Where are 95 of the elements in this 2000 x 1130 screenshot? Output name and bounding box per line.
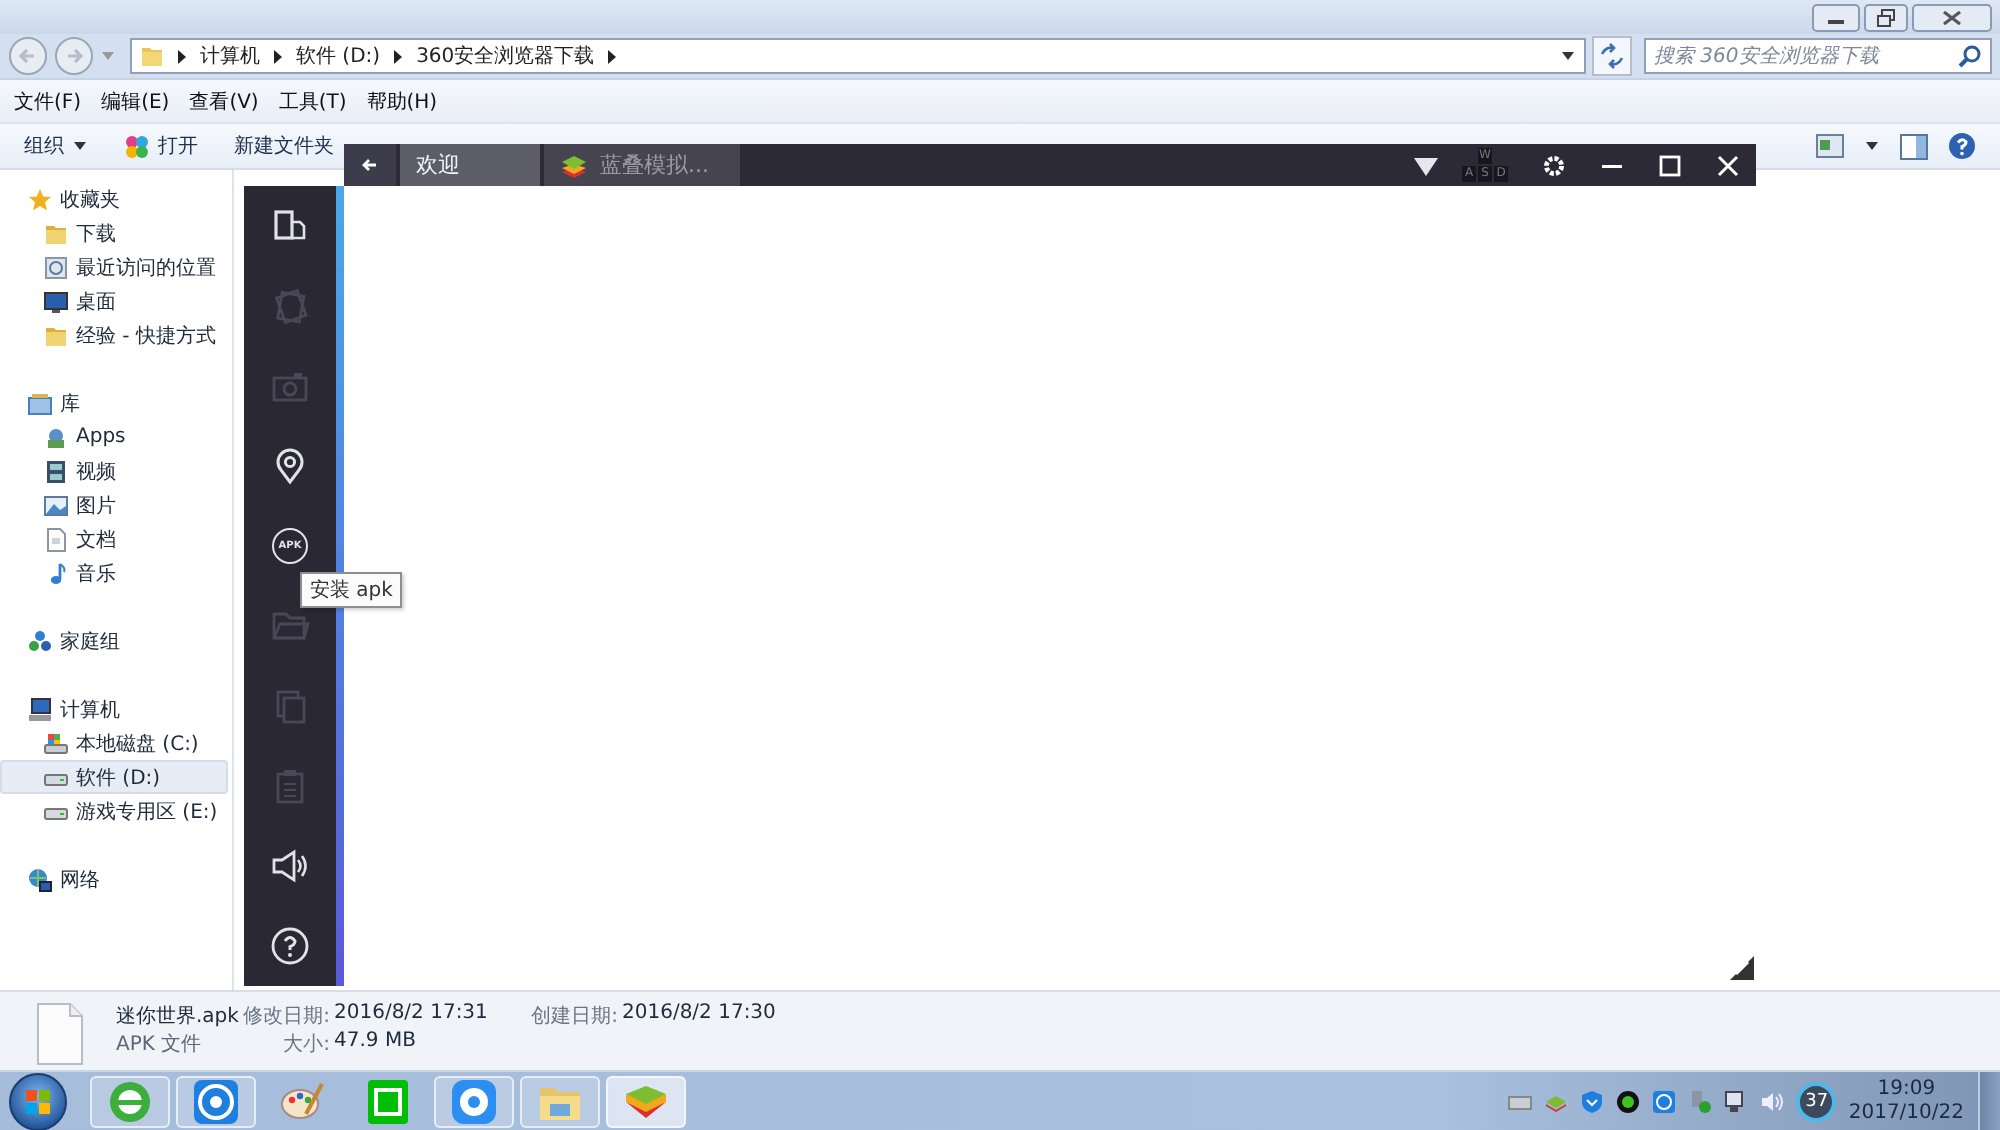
picture-icon xyxy=(44,493,68,517)
detail-value: 2016/8/2 17:30 xyxy=(622,1002,776,1028)
taskbar-button[interactable] xyxy=(176,1075,256,1127)
breadcrumb[interactable]: 360安全浏览器下载 xyxy=(416,42,595,70)
detail-label: 修改日期: xyxy=(241,1003,330,1030)
caret-icon[interactable] xyxy=(1864,138,1880,154)
nav-item[interactable]: 经验 - 快捷方式 xyxy=(0,318,228,352)
chevron-icon[interactable] xyxy=(270,47,286,65)
apps-icon xyxy=(44,425,68,449)
nav-item[interactable]: 桌面 xyxy=(0,284,228,318)
open-with-icon xyxy=(124,133,150,159)
browser-icon xyxy=(106,1077,154,1125)
caret-icon xyxy=(72,138,88,154)
badge[interactable]: 37 xyxy=(1796,1081,1837,1121)
resize-handle-icon[interactable] xyxy=(1728,954,1756,982)
help-icon[interactable] xyxy=(270,926,310,966)
preview-pane-icon[interactable] xyxy=(1900,133,1928,159)
nav-item[interactable]: 计算机 xyxy=(0,692,228,726)
close-button[interactable] xyxy=(1912,3,1992,31)
nav-item[interactable]: 收藏夹 xyxy=(0,182,228,216)
toolbar-button[interactable]: 打开 xyxy=(116,132,206,160)
menu-item[interactable]: 帮助(H) xyxy=(356,87,448,115)
player-icon[interactable] xyxy=(1652,1089,1677,1113)
detail-label: 大小: xyxy=(281,1031,330,1058)
clock-date[interactable]: 2017/10/22 xyxy=(1848,1101,1964,1125)
chevron-icon[interactable] xyxy=(390,47,407,65)
menu-item[interactable]: 工具(T) xyxy=(268,87,357,115)
address-field[interactable]: 计算机 软件 (D:) 360安全浏览器下载 xyxy=(130,38,1586,74)
detail-value: 2016/8/2 17:31 xyxy=(334,1002,490,1028)
breadcrumb[interactable]: 软件 (D:) xyxy=(296,42,381,70)
dropdown-triangle-icon[interactable] xyxy=(1414,155,1438,175)
chevron-icon[interactable] xyxy=(604,47,621,65)
nav-item[interactable]: 本地磁盘 (C:) xyxy=(0,726,228,760)
nav-item[interactable]: 网络 xyxy=(0,862,228,896)
player-icon xyxy=(192,1077,240,1125)
speaker-icon[interactable] xyxy=(270,846,310,886)
homegroup-icon xyxy=(28,629,52,653)
folder-icon xyxy=(140,44,164,68)
nav-item[interactable]: 最近访问的位置 xyxy=(0,250,228,284)
shield-icon[interactable] xyxy=(1580,1089,1605,1113)
view-icon[interactable] xyxy=(1816,134,1844,158)
menu-item[interactable]: 查看(V) xyxy=(179,87,269,115)
monitor-icon xyxy=(44,289,68,313)
back-button[interactable] xyxy=(344,144,396,186)
nav-item[interactable]: 软件 (D:) xyxy=(0,760,228,794)
clock-time[interactable]: 19:09 xyxy=(1877,1077,1936,1101)
file-name: 迷你世界.apk xyxy=(116,1003,236,1030)
folder-icon xyxy=(44,221,68,245)
menu-item[interactable]: 编辑(E) xyxy=(91,87,180,115)
ring-icon[interactable] xyxy=(1616,1089,1641,1113)
media-player-icon xyxy=(450,1077,498,1125)
computer-icon xyxy=(28,697,52,721)
close-icon[interactable] xyxy=(1716,153,1740,177)
drive-icon xyxy=(44,731,68,755)
rotate-screen-icon[interactable] xyxy=(270,206,310,246)
film-icon xyxy=(44,459,68,483)
restore-button[interactable] xyxy=(1864,3,1908,31)
taskbar-button[interactable] xyxy=(434,1075,514,1127)
start-button[interactable] xyxy=(8,1071,68,1130)
taskbar-button[interactable] xyxy=(90,1075,170,1127)
detail-label: 创建日期: xyxy=(529,1003,618,1030)
nav-item[interactable]: 游戏专用区 (E:) xyxy=(0,794,228,828)
folder-icon xyxy=(44,323,68,347)
search-icon[interactable] xyxy=(1958,44,1982,68)
chevron-icon[interactable] xyxy=(174,47,190,65)
nav-item[interactable]: 音乐 xyxy=(0,556,228,590)
menu-item[interactable]: 文件(F) xyxy=(4,87,92,115)
nav-item[interactable]: Apps xyxy=(0,420,228,454)
settings-icon[interactable] xyxy=(1542,153,1566,177)
file-type: APK 文件 xyxy=(116,1031,204,1058)
dropdown-caret-icon[interactable] xyxy=(1560,48,1576,64)
nav-item[interactable]: 下载 xyxy=(0,216,228,250)
star-icon xyxy=(28,187,52,211)
nav-item[interactable]: 视频 xyxy=(0,454,228,488)
nav-item[interactable]: 图片 xyxy=(0,488,228,522)
nav-item[interactable]: 家庭组 xyxy=(0,624,228,658)
maximize-icon[interactable] xyxy=(1658,153,1682,177)
detail-value: 47.9 MB xyxy=(334,1030,418,1056)
paint-palette-icon xyxy=(278,1077,326,1125)
minimize-button[interactable] xyxy=(1812,3,1860,31)
tab[interactable]: 欢迎 xyxy=(400,144,540,186)
video-app-icon xyxy=(364,1077,412,1125)
refresh-button[interactable] xyxy=(1592,36,1632,76)
nav-item[interactable]: 库 xyxy=(0,386,228,420)
help-icon[interactable] xyxy=(1948,132,1976,160)
nav-item[interactable]: 文档 xyxy=(0,522,228,556)
toolbar-button[interactable]: 新建文件夹 xyxy=(226,132,342,160)
network-icon[interactable] xyxy=(1724,1089,1749,1113)
layers-icon xyxy=(560,153,588,177)
taskbar-button[interactable] xyxy=(606,1075,686,1127)
library-icon xyxy=(28,391,52,415)
toolbar-button[interactable]: 组织 xyxy=(16,132,96,160)
tooltip: 安装 apk xyxy=(300,572,403,608)
breadcrumb[interactable]: 计算机 xyxy=(200,42,260,70)
network-icon xyxy=(28,867,52,891)
